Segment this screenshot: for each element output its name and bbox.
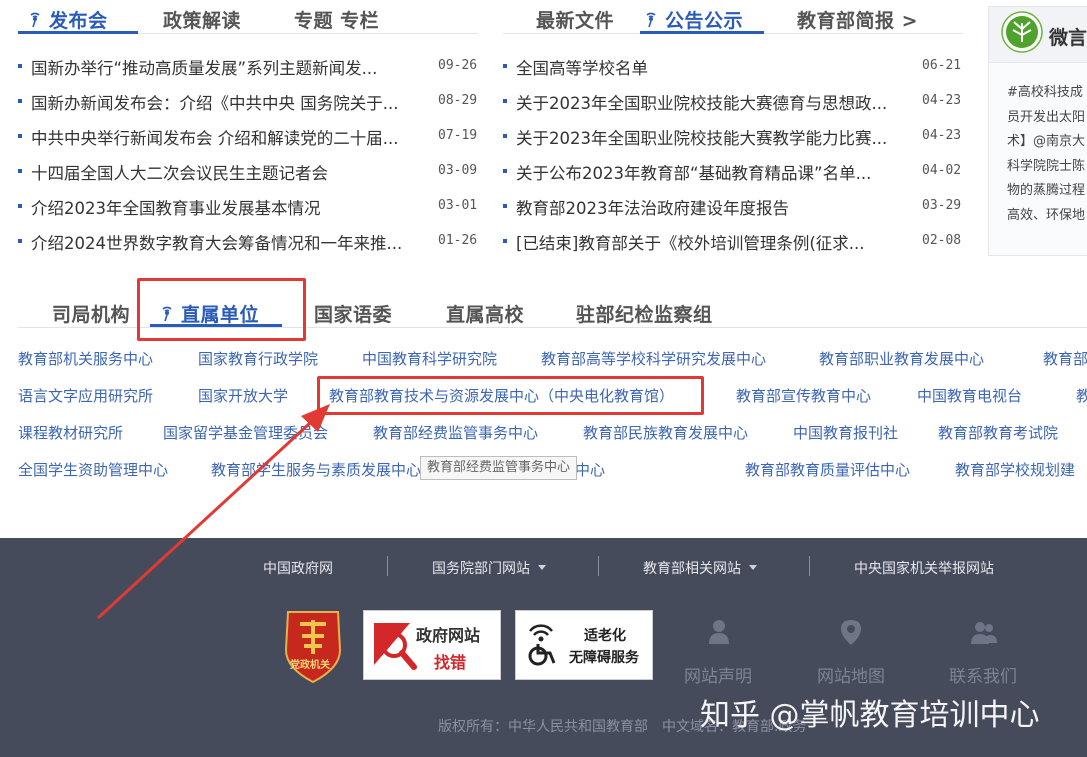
annotation-arrow: [96, 404, 330, 620]
